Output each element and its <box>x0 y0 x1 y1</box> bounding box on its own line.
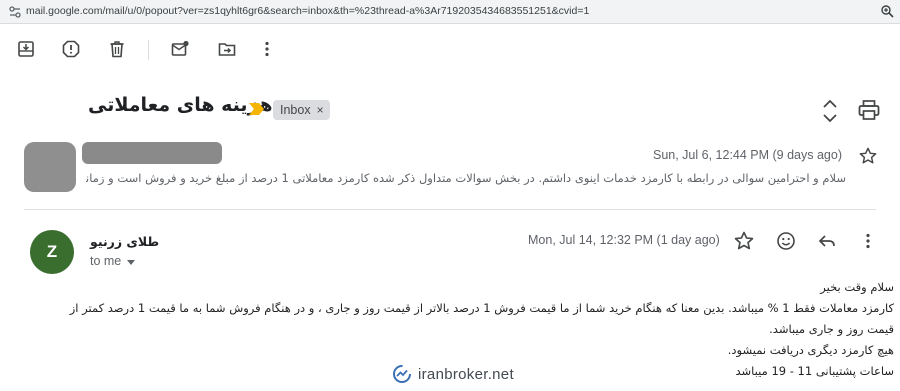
message-date: Mon, Jul 14, 12:32 PM (1 day ago) <box>528 233 720 247</box>
iranbroker-logo-icon <box>393 365 411 383</box>
sender-name-redacted <box>82 142 222 164</box>
importance-marker-icon[interactable] <box>249 103 264 115</box>
sender-avatar-redacted <box>24 142 76 192</box>
report-spam-button[interactable] <box>58 36 84 62</box>
mark-unread-icon <box>171 40 189 56</box>
collapsed-message[interactable]: Sun, Jul 6, 12:44 PM (9 days ago) سلام و… <box>0 138 900 198</box>
move-to-folder-icon <box>218 43 236 56</box>
subject-row: هزینه های معاملاتی Inbox × <box>0 88 900 134</box>
delete-button[interactable] <box>104 36 130 62</box>
browser-url-bar[interactable]: mail.google.com/mail/u/0/popout?ver=zs1q… <box>0 0 900 24</box>
mark-unread-button[interactable] <box>167 36 193 62</box>
message-date: Sun, Jul 6, 12:44 PM (9 days ago) <box>653 148 842 162</box>
toolbar-divider <box>148 40 149 60</box>
tune-icon[interactable] <box>8 5 22 19</box>
inbox-label-chip[interactable]: Inbox × <box>273 100 330 120</box>
more-vert-icon[interactable] <box>858 231 878 251</box>
recipient-details-toggle[interactable]: to me <box>90 254 136 268</box>
report-spam-icon <box>62 40 80 58</box>
emoji-reaction-icon[interactable] <box>776 231 796 251</box>
move-to-button[interactable] <box>214 36 240 62</box>
zoom-icon[interactable] <box>880 4 894 18</box>
more-vert-icon <box>265 41 269 57</box>
archive-button[interactable] <box>13 36 39 62</box>
message-snippet: سلام و احترامین سوالی در رابطه با کارمزد… <box>86 171 846 185</box>
recipient-label: to me <box>90 254 122 268</box>
body-line: کارمزد معاملات فقط 1 % میباشد. بدین معنا… <box>69 301 894 315</box>
body-line: هیچ کارمزد دیگری دریافت نمیشود. <box>727 343 894 357</box>
archive-icon <box>18 41 34 57</box>
more-button[interactable] <box>254 36 280 62</box>
watermark: iranbroker.net <box>392 364 514 384</box>
star-icon[interactable] <box>859 147 877 165</box>
print-icon[interactable] <box>857 98 881 122</box>
reply-icon[interactable] <box>817 231 837 251</box>
watermark-text: iranbroker.net <box>418 365 514 383</box>
sender-name[interactable]: طلای زرنیو <box>90 234 159 249</box>
sender-avatar[interactable]: Z <box>30 230 74 274</box>
message-toolbar <box>0 26 900 72</box>
body-line: قیمت روز و جاری میباشد. <box>769 322 894 336</box>
body-line: سلام وقت بخیر <box>820 280 894 294</box>
trash-icon <box>110 41 124 58</box>
inbox-label-text: Inbox <box>280 103 311 117</box>
remove-label-icon[interactable]: × <box>317 103 324 117</box>
star-icon[interactable] <box>734 231 754 251</box>
url-text[interactable]: mail.google.com/mail/u/0/popout?ver=zs1q… <box>26 5 589 17</box>
expand-all-icon[interactable] <box>818 98 842 124</box>
chevron-down-icon <box>127 259 136 265</box>
email-subject: هزینه های معاملاتی <box>88 94 273 116</box>
